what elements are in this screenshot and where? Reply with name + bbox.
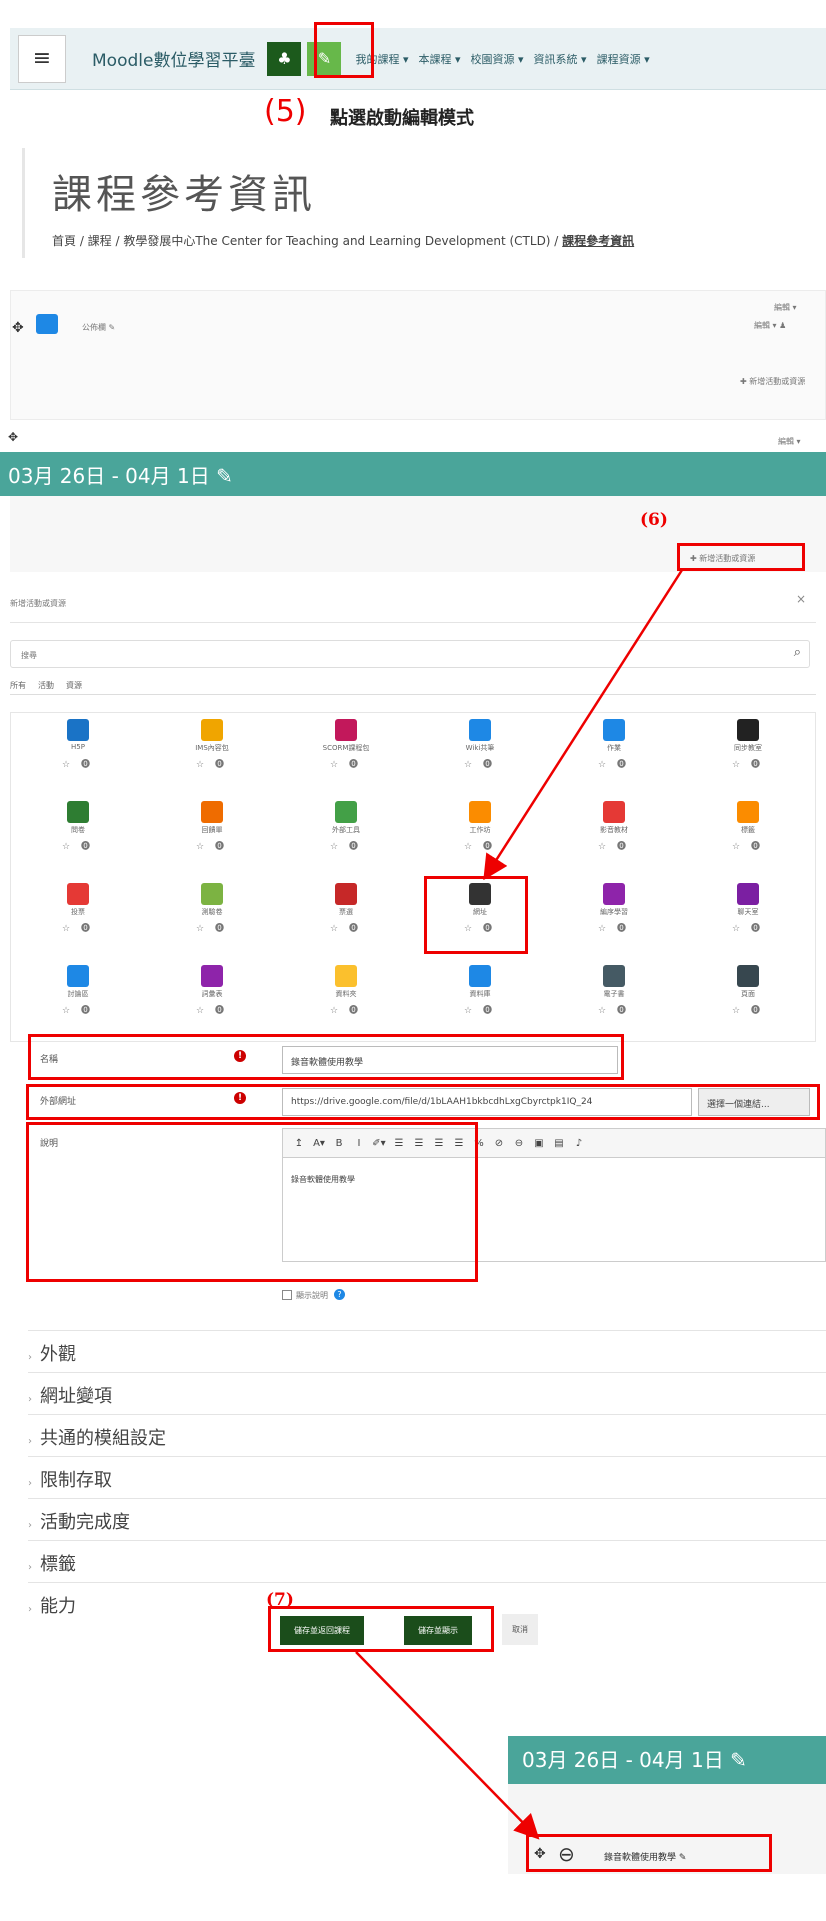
- annotation-arrows: [355, 569, 684, 1840]
- arrow-7: [355, 1651, 540, 1840]
- arrow-6: [483, 569, 684, 881]
